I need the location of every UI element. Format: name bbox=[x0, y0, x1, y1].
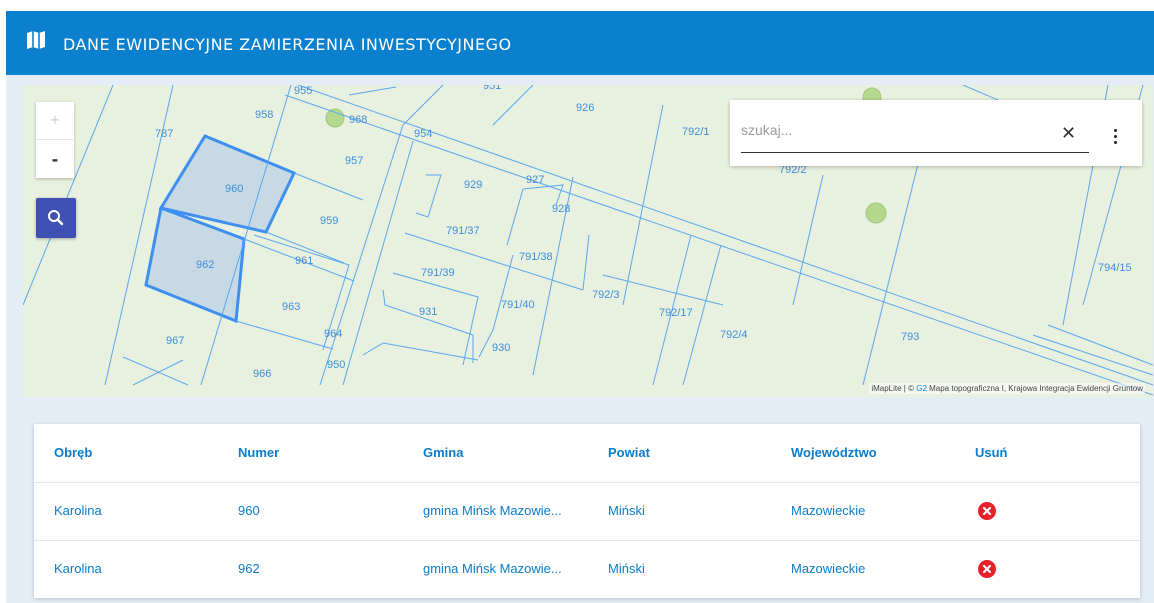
map-marker bbox=[865, 202, 887, 224]
delete-row-button[interactable] bbox=[978, 502, 996, 520]
search-input[interactable] bbox=[741, 122, 1041, 138]
svg-text:791/37: 791/37 bbox=[446, 225, 480, 237]
cell-obreb: Karolina bbox=[54, 561, 102, 576]
svg-text:791/40: 791/40 bbox=[501, 299, 535, 311]
cell-numer: 962 bbox=[238, 561, 260, 576]
svg-text:791/38: 791/38 bbox=[519, 251, 553, 263]
cell-powiat: Miński bbox=[608, 503, 645, 518]
column-header-usun: Usuń bbox=[975, 445, 1008, 460]
map-search-button[interactable] bbox=[36, 198, 76, 238]
svg-text:926: 926 bbox=[576, 102, 594, 114]
svg-text:791/39: 791/39 bbox=[421, 267, 455, 279]
app-frame: DANE EWIDENCYJNE ZAMIERZENIA INWESTYCYJN… bbox=[6, 11, 1154, 603]
svg-text:792/1: 792/1 bbox=[682, 126, 710, 138]
svg-text:792/4: 792/4 bbox=[720, 329, 748, 341]
clear-icon[interactable]: ✕ bbox=[1061, 125, 1076, 143]
zoom-in-button[interactable]: + bbox=[36, 102, 74, 140]
svg-text:958: 958 bbox=[255, 109, 273, 121]
attribution-prefix: iMapLite | © bbox=[871, 384, 917, 393]
cell-obreb: Karolina bbox=[54, 503, 102, 518]
svg-text:968: 968 bbox=[349, 114, 367, 126]
delete-row-button[interactable] bbox=[978, 560, 996, 578]
table-row: Karolina 962 gmina Mińsk Mazowie... Mińs… bbox=[34, 540, 1140, 598]
column-header-wojewodztwo[interactable]: Województwo bbox=[791, 424, 877, 482]
search-underline bbox=[741, 152, 1089, 153]
delete-circle-icon bbox=[982, 506, 992, 516]
zoom-out-button[interactable]: - bbox=[36, 140, 74, 178]
cell-numer: 960 bbox=[238, 503, 260, 518]
svg-text:966: 966 bbox=[253, 368, 271, 380]
column-header-numer[interactable]: Numer bbox=[238, 424, 279, 482]
cell-wojewodztwo: Mazowieckie bbox=[791, 561, 866, 576]
map-marker bbox=[325, 108, 345, 128]
column-header-powiat[interactable]: Powiat bbox=[608, 424, 650, 482]
column-header-gmina[interactable]: Gmina bbox=[423, 424, 463, 482]
table-header-row: Obręb Numer Gmina Powiat Województwo Usu… bbox=[34, 424, 1140, 483]
svg-text:793: 793 bbox=[901, 331, 919, 343]
svg-text:951: 951 bbox=[483, 85, 501, 92]
attribution-text: Mapa topograficzna I, Krajowa Integracja… bbox=[926, 384, 1143, 393]
search-icon bbox=[48, 210, 64, 226]
svg-text:964: 964 bbox=[324, 328, 342, 340]
zoom-control: + - bbox=[36, 102, 74, 178]
svg-text:954: 954 bbox=[414, 128, 432, 140]
svg-text:955: 955 bbox=[294, 85, 312, 97]
header-bar: DANE EWIDENCYJNE ZAMIERZENIA INWESTYCYJN… bbox=[6, 11, 1154, 75]
search-panel: ✕ bbox=[730, 100, 1142, 166]
svg-text:930: 930 bbox=[492, 342, 510, 354]
svg-text:959: 959 bbox=[320, 215, 338, 227]
svg-text:928: 928 bbox=[552, 203, 570, 215]
svg-text:960: 960 bbox=[225, 183, 243, 195]
svg-text:931: 931 bbox=[419, 306, 437, 318]
column-header-obreb[interactable]: Obręb bbox=[54, 424, 92, 482]
svg-text:787: 787 bbox=[155, 128, 173, 140]
more-options-icon[interactable] bbox=[1114, 129, 1118, 147]
svg-text:792/3: 792/3 bbox=[592, 289, 620, 301]
svg-text:950: 950 bbox=[327, 359, 345, 371]
svg-text:962: 962 bbox=[196, 259, 214, 271]
attribution-g2-link[interactable]: G2 bbox=[916, 384, 927, 393]
svg-text:792/17: 792/17 bbox=[659, 307, 693, 319]
cell-wojewodztwo: Mazowieckie bbox=[791, 503, 866, 518]
page-title: DANE EWIDENCYJNE ZAMIERZENIA INWESTYCYJN… bbox=[63, 35, 512, 54]
cell-gmina: gmina Mińsk Mazowie... bbox=[423, 503, 562, 518]
cell-powiat: Miński bbox=[608, 561, 645, 576]
map-icon bbox=[27, 31, 45, 49]
svg-text:963: 963 bbox=[282, 301, 300, 313]
delete-circle-icon bbox=[982, 564, 992, 574]
svg-text:967: 967 bbox=[166, 335, 184, 347]
map-attribution: iMapLite | © G2 Mapa topograficzna I, Kr… bbox=[869, 383, 1145, 394]
cell-gmina: gmina Mińsk Mazowie... bbox=[423, 561, 562, 576]
svg-text:957: 957 bbox=[345, 155, 363, 167]
svg-text:961: 961 bbox=[295, 255, 313, 267]
table-row: Karolina 960 gmina Mińsk Mazowie... Mińs… bbox=[34, 482, 1140, 541]
svg-text:929: 929 bbox=[464, 179, 482, 191]
map-view[interactable]: 955 951 958 968 926 792/1 787 954 957 79… bbox=[23, 85, 1153, 397]
parcels-table: Obręb Numer Gmina Powiat Województwo Usu… bbox=[34, 424, 1140, 598]
svg-text:927: 927 bbox=[526, 174, 544, 186]
svg-text:794/15: 794/15 bbox=[1098, 262, 1132, 274]
